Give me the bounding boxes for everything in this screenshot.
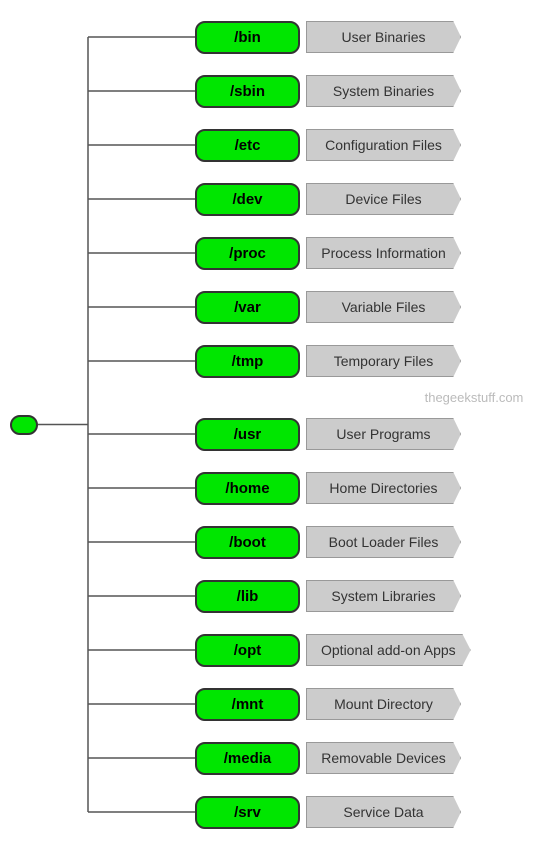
label-home: Home Directories	[306, 472, 461, 504]
list-item: /devDevice Files	[195, 176, 558, 222]
label-proc: Process Information	[306, 237, 461, 269]
node-lib: /lib	[195, 580, 300, 613]
node-media: /media	[195, 742, 300, 775]
node-boot: /boot	[195, 526, 300, 559]
watermark: thegeekstuff.com	[390, 390, 558, 405]
list-item: /procProcess Information	[195, 230, 558, 276]
list-item: /usrUser Programs	[195, 411, 558, 457]
list-item: /mediaRemovable Devices	[195, 735, 558, 781]
node-opt: /opt	[195, 634, 300, 667]
label-var: Variable Files	[306, 291, 461, 323]
node-etc: /etc	[195, 129, 300, 162]
list-item: /bootBoot Loader Files	[195, 519, 558, 565]
rows-container: /binUser Binaries/sbinSystem Binaries/et…	[195, 10, 558, 839]
label-lib: System Libraries	[306, 580, 461, 612]
node-srv: /srv	[195, 796, 300, 829]
root-node	[10, 415, 38, 435]
list-item: /optOptional add-on Apps	[195, 627, 558, 673]
list-item: /etcConfiguration Files	[195, 122, 558, 168]
root-label	[10, 415, 38, 435]
label-tmp: Temporary Files	[306, 345, 461, 377]
node-bin: /bin	[195, 21, 300, 54]
list-item: /varVariable Files	[195, 284, 558, 330]
label-mnt: Mount Directory	[306, 688, 461, 720]
label-sbin: System Binaries	[306, 75, 461, 107]
list-item: /binUser Binaries	[195, 14, 558, 60]
label-boot: Boot Loader Files	[306, 526, 461, 558]
label-bin: User Binaries	[306, 21, 461, 53]
node-mnt: /mnt	[195, 688, 300, 721]
label-dev: Device Files	[306, 183, 461, 215]
node-proc: /proc	[195, 237, 300, 270]
label-srv: Service Data	[306, 796, 461, 828]
list-item: /homeHome Directories	[195, 465, 558, 511]
list-item: /mntMount Directory	[195, 681, 558, 727]
list-item: /srvService Data	[195, 789, 558, 835]
node-dev: /dev	[195, 183, 300, 216]
list-item: /sbinSystem Binaries	[195, 68, 558, 114]
list-item: /libSystem Libraries	[195, 573, 558, 619]
label-etc: Configuration Files	[306, 129, 461, 161]
label-media: Removable Devices	[306, 742, 461, 774]
label-usr: User Programs	[306, 418, 461, 450]
node-usr: /usr	[195, 418, 300, 451]
node-var: /var	[195, 291, 300, 324]
node-tmp: /tmp	[195, 345, 300, 378]
node-sbin: /sbin	[195, 75, 300, 108]
label-opt: Optional add-on Apps	[306, 634, 471, 666]
list-item: /tmpTemporary Files	[195, 338, 558, 384]
node-home: /home	[195, 472, 300, 505]
